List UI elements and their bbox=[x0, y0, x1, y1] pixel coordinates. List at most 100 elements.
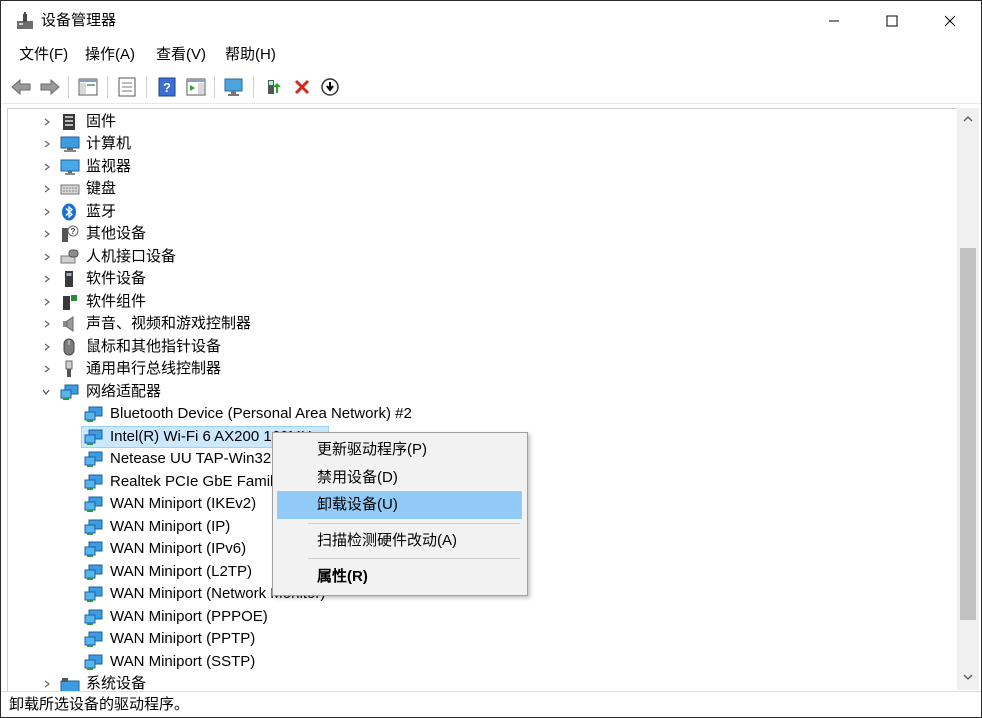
menu-separator bbox=[308, 523, 520, 524]
scrollbar-thumb[interactable] bbox=[960, 248, 976, 620]
minimize-button[interactable] bbox=[805, 1, 863, 41]
network-adapter-icon bbox=[84, 473, 103, 491]
tree-item-system-devices[interactable]: 系统设备 bbox=[8, 673, 948, 692]
chevron-right-icon[interactable] bbox=[42, 207, 52, 217]
tree-item-adapter[interactable]: WAN Miniport (PPTP) bbox=[8, 628, 948, 650]
device-manager-window: 设备管理器 文件(F) 操作(A) 查看(V) 帮助(H) ? 固件 计算机 监… bbox=[0, 0, 982, 718]
chevron-right-icon[interactable] bbox=[42, 117, 52, 127]
hid-icon bbox=[60, 248, 79, 266]
device-manager-app-icon bbox=[16, 12, 34, 30]
network-adapter-icon bbox=[84, 428, 103, 446]
tree-label: 人机接口设备 bbox=[86, 248, 177, 265]
update-driver-icon[interactable] bbox=[263, 76, 285, 98]
show-hide-tree-icon[interactable] bbox=[77, 76, 99, 98]
forward-icon[interactable] bbox=[39, 76, 61, 98]
chevron-right-icon[interactable] bbox=[42, 679, 52, 689]
chevron-right-icon[interactable] bbox=[42, 229, 52, 239]
chevron-down-icon bbox=[963, 674, 973, 680]
tree-label: WAN Miniport (PPTP) bbox=[110, 630, 256, 647]
chevron-right-icon[interactable] bbox=[42, 184, 52, 194]
tree-label: 计算机 bbox=[86, 135, 132, 152]
close-icon bbox=[944, 15, 956, 27]
menu-help[interactable]: 帮助(H) bbox=[223, 45, 278, 65]
scroll-down-button[interactable] bbox=[957, 666, 979, 688]
tree-item-keyboards[interactable]: 键盘 bbox=[8, 178, 948, 200]
title-bar: 设备管理器 bbox=[1, 1, 981, 41]
menu-item-disable-device[interactable]: 禁用设备(D) bbox=[277, 464, 522, 492]
tree-item-network-adapters[interactable]: 网络适配器 bbox=[8, 381, 948, 403]
help-icon[interactable]: ? bbox=[156, 76, 178, 98]
chevron-right-icon[interactable] bbox=[42, 342, 52, 352]
menu-file[interactable]: 文件(F) bbox=[17, 45, 70, 65]
network-adapter-icon bbox=[84, 630, 103, 648]
status-bar: 卸载所选设备的驱动程序。 bbox=[1, 691, 981, 717]
tree-item-software-components[interactable]: 软件组件 bbox=[8, 291, 948, 313]
back-icon[interactable] bbox=[10, 76, 32, 98]
maximize-button[interactable] bbox=[863, 1, 921, 41]
menu-item-properties[interactable]: 属性(R) bbox=[277, 563, 522, 591]
device-tree[interactable]: 固件 计算机 监视器 键盘 蓝牙 ? 其他设备 人机接口设备 软件设备 软件组件… bbox=[7, 108, 958, 692]
properties-icon[interactable] bbox=[116, 76, 138, 98]
tree-item-adapter[interactable]: WAN Miniport (SSTP) bbox=[8, 651, 948, 673]
menu-separator bbox=[308, 558, 520, 559]
tree-item-adapter[interactable]: WAN Miniport (PPPOE) bbox=[8, 606, 948, 628]
menu-item-uninstall-device[interactable]: 卸载设备(U) bbox=[277, 491, 522, 519]
monitor-icon bbox=[60, 158, 80, 176]
software-device-icon bbox=[60, 270, 78, 288]
tree-label: WAN Miniport (PPPOE) bbox=[110, 608, 268, 625]
uninstall-icon[interactable] bbox=[291, 76, 313, 98]
tree-item-monitors[interactable]: 监视器 bbox=[8, 156, 948, 178]
vertical-scrollbar[interactable] bbox=[957, 108, 979, 690]
tree-item-firmware[interactable]: 固件 bbox=[8, 111, 948, 133]
tree-item-software-devices[interactable]: 软件设备 bbox=[8, 268, 948, 290]
speaker-icon bbox=[60, 315, 78, 333]
network-adapter-icon bbox=[84, 653, 103, 671]
chevron-right-icon[interactable] bbox=[42, 252, 52, 262]
menu-action[interactable]: 操作(A) bbox=[83, 45, 137, 65]
unknown-device-icon: ? bbox=[60, 225, 79, 243]
tree-item-bluetooth[interactable]: 蓝牙 bbox=[8, 201, 948, 223]
tree-item-usb-controllers[interactable]: 通用串行总线控制器 bbox=[8, 358, 948, 380]
firmware-icon bbox=[60, 113, 78, 131]
tree-label: 软件设备 bbox=[86, 270, 147, 287]
tree-label: 网络适配器 bbox=[86, 383, 162, 400]
network-adapter-icon bbox=[84, 585, 103, 603]
tree-item-adapter[interactable]: Bluetooth Device (Personal Area Network)… bbox=[8, 403, 948, 425]
chevron-up-icon bbox=[963, 116, 973, 122]
tree-label: WAN Miniport (IP) bbox=[110, 518, 231, 535]
network-adapter-icon bbox=[84, 563, 103, 581]
toolbar: ? bbox=[1, 69, 981, 104]
usb-icon bbox=[60, 360, 78, 378]
chevron-right-icon[interactable] bbox=[42, 139, 52, 149]
chevron-down-icon[interactable] bbox=[41, 387, 51, 397]
computer-icon bbox=[60, 135, 80, 153]
chevron-right-icon[interactable] bbox=[42, 274, 52, 284]
tree-item-hid[interactable]: 人机接口设备 bbox=[8, 246, 948, 268]
tree-item-other-devices[interactable]: ? 其他设备 bbox=[8, 223, 948, 245]
tree-item-computer[interactable]: 计算机 bbox=[8, 133, 948, 155]
chevron-right-icon[interactable] bbox=[42, 364, 52, 374]
close-button[interactable] bbox=[921, 1, 979, 41]
tree-item-sound-video-game[interactable]: 声音、视频和游戏控制器 bbox=[8, 313, 948, 335]
chevron-right-icon[interactable] bbox=[42, 297, 52, 307]
scroll-up-button[interactable] bbox=[957, 108, 979, 130]
chevron-right-icon[interactable] bbox=[42, 162, 52, 172]
tree-label: 键盘 bbox=[86, 180, 117, 197]
network-adapter-icon bbox=[84, 495, 103, 513]
tree-label: 系统设备 bbox=[86, 675, 147, 692]
tree-item-mice[interactable]: 鼠标和其他指针设备 bbox=[8, 336, 948, 358]
svg-text:?: ? bbox=[163, 80, 171, 95]
network-adapter-icon bbox=[84, 540, 103, 558]
tree-label: Bluetooth Device (Personal Area Network)… bbox=[110, 405, 412, 422]
menu-view[interactable]: 查看(V) bbox=[154, 45, 208, 65]
disable-icon[interactable] bbox=[319, 76, 341, 98]
chevron-right-icon[interactable] bbox=[42, 319, 52, 329]
monitor-scan-icon[interactable] bbox=[223, 76, 245, 98]
network-adapter-icon bbox=[84, 608, 103, 626]
menu-item-scan-hardware[interactable]: 扫描检测硬件改动(A) bbox=[277, 527, 522, 555]
context-menu: 更新驱动程序(P) 禁用设备(D) 卸载设备(U) 扫描检测硬件改动(A) 属性… bbox=[272, 432, 528, 596]
minimize-icon bbox=[829, 20, 839, 22]
action-pane-icon[interactable] bbox=[185, 76, 207, 98]
software-component-icon bbox=[60, 293, 78, 311]
menu-item-update-driver[interactable]: 更新驱动程序(P) bbox=[277, 436, 522, 464]
